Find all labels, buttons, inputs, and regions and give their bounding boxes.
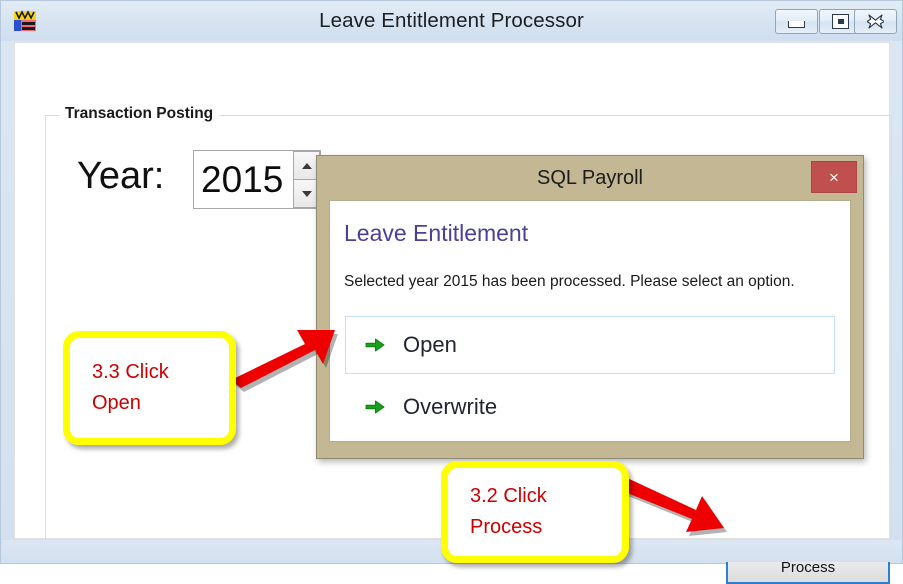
window-title: Leave Entitlement Processor (319, 9, 584, 32)
close-button[interactable] (854, 9, 897, 34)
year-input-value[interactable]: 2015 (201, 151, 283, 208)
green-arrow-icon (365, 397, 385, 417)
dialog-option-open-label: Open (403, 332, 457, 357)
sql-payroll-dialog: SQL Payroll × Leave Entitlement Selected… (316, 155, 864, 459)
dialog-close-button[interactable]: × (811, 161, 857, 193)
dialog-option-overwrite[interactable]: Overwrite (345, 378, 835, 436)
group-box-label: Transaction Posting (59, 105, 220, 123)
minimize-button[interactable] (775, 9, 818, 34)
application-window: Leave Entitlement Processor Transaction … (0, 0, 903, 584)
dialog-title: SQL Payroll (537, 167, 643, 189)
status-bar (2, 540, 901, 562)
year-stepper[interactable]: 2015 (193, 150, 321, 209)
triangle-up-icon (301, 162, 312, 169)
close-icon (855, 10, 896, 33)
dialog-heading: Leave Entitlement (344, 220, 529, 246)
dialog-title-bar: SQL Payroll × (317, 156, 863, 200)
title-bar: Leave Entitlement Processor (1, 1, 902, 41)
triangle-down-icon (301, 190, 312, 197)
minimize-icon (776, 10, 817, 33)
dialog-option-overwrite-label: Overwrite (403, 394, 498, 419)
green-arrow-icon (365, 335, 385, 355)
dialog-message: Selected year 2015 has been processed. P… (344, 273, 795, 290)
dialog-option-open[interactable]: Open (345, 316, 835, 374)
year-label: Year: (77, 155, 165, 197)
